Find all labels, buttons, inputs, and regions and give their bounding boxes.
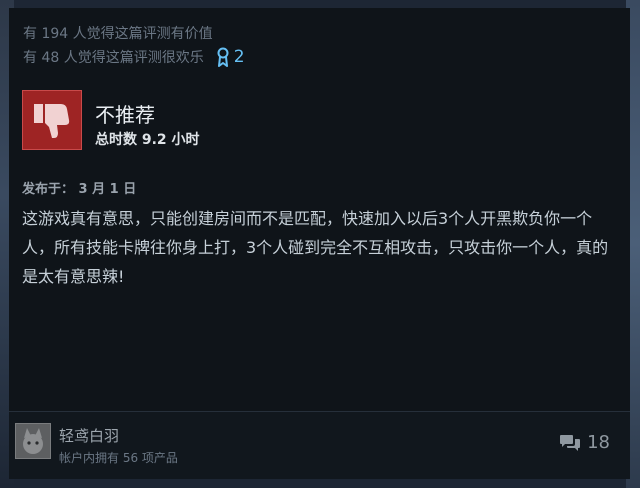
posted-date: 发布于： 3 月 1 日	[22, 182, 137, 197]
funny-row: 有 48 人觉得这篇评测很欢乐 2	[23, 47, 245, 67]
thumbs-down-badge[interactable]	[22, 90, 82, 150]
comment-bubbles-icon	[560, 434, 581, 451]
thumbs-down-icon	[34, 104, 70, 138]
award-badge[interactable]: 2	[216, 47, 245, 67]
helpful-count: 有 194 人觉得这篇评测有价值	[23, 26, 213, 42]
review-card: 有 194 人觉得这篇评测有价值 有 48 人觉得这篇评测很欢乐 2 不推荐 总…	[9, 8, 630, 479]
comments-link[interactable]: 18	[559, 432, 610, 453]
author-name[interactable]: 轻鸢白羽	[59, 425, 119, 446]
review-footer: 轻鸢白羽 帐户内拥有 56 项产品 18	[9, 411, 630, 479]
award-count: 2	[233, 47, 245, 67]
funny-count: 有 48 人觉得这篇评测很欢乐	[23, 50, 204, 66]
avatar[interactable]	[15, 423, 51, 459]
review-body: 这游戏真有意思，只能创建房间而不是匹配，快速加入以后3个人开黑欺负你一个人，所有…	[22, 209, 609, 286]
award-ribbon-icon	[217, 47, 229, 67]
author-owned-products: 帐户内拥有 56 项产品	[59, 451, 178, 465]
playtime-hours: 总时数 9.2 小时	[95, 132, 200, 148]
verdict-title: 不推荐	[95, 103, 155, 127]
avatar-image	[16, 424, 50, 458]
comments-count: 18	[587, 432, 610, 453]
